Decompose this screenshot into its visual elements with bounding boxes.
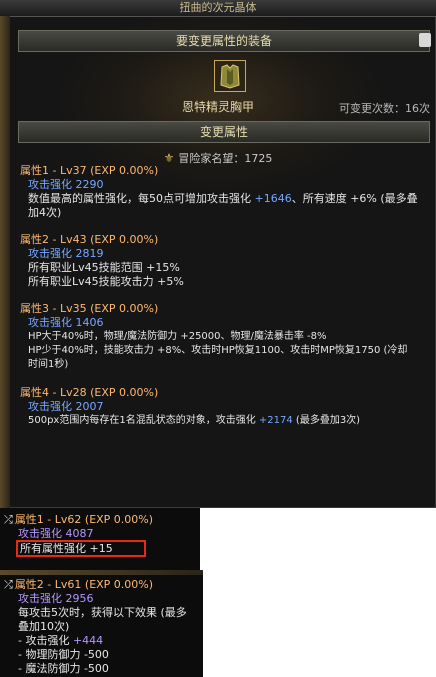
fame-emblem-icon: ⚜ [163, 151, 175, 165]
tooltip-stat-value: 4087 [65, 527, 94, 540]
tooltip-bullet: - 魔法防御力 -500 [18, 662, 109, 675]
tooltip-bullet: - 物理防御力 -500 [18, 648, 109, 661]
stat-value: 2007 [75, 400, 104, 413]
attribute-effect: HP大于40%时，物理/魔法防御力 +25000、物理/魔法暴击率 -8% [28, 331, 327, 342]
attribute-effect: 所有职业Lv45技能范围 +15% [28, 261, 180, 274]
stat-label: 攻击强化 [28, 178, 72, 191]
equipment-slot[interactable] [214, 60, 246, 92]
attribute-title: 属性1 - Lv37 (EXP 0.00%) [20, 164, 159, 177]
stat-label: 攻击强化 [28, 247, 72, 260]
tooltip-desc: 每攻击5次时，获得以下效果 (最多 [18, 606, 187, 619]
tooltip-desc-cont: 叠加10次) [18, 620, 70, 633]
window-left-border [0, 16, 10, 508]
attribute-block-2: 属性2 - Lv43 (EXP 0.00%) 攻击强化 2819 所有职业Lv4… [20, 233, 430, 289]
chest-armor-icon [215, 61, 245, 91]
tooltip-attribute-1: ⤮ 属性1 - Lv62 (EXP 0.00%) 攻击强化 4087 所有属性强化… [0, 508, 200, 570]
remaining-changes: 可变更次数：16次 [339, 102, 430, 115]
tooltip-bullet-label: - 攻击强化 [18, 634, 70, 647]
attribute-effect-cont: 时间1秒) [28, 359, 69, 370]
attribute-effect-cont: 加4次) [28, 206, 62, 219]
attribute-effect: 所有职业Lv45技能攻击力 +5% [28, 275, 184, 288]
attribute-title: 属性2 - Lv43 (EXP 0.00%) [20, 233, 159, 246]
attribute-title: 属性3 - Lv35 (EXP 0.00%) [20, 302, 159, 315]
shuffle-icon: ⤮ [4, 578, 13, 591]
window-title: 扭曲的次元晶体 [0, 0, 436, 17]
attribute-effect-value: +1646 [254, 192, 292, 205]
stat-label: 攻击强化 [28, 400, 72, 413]
attribute-block-4: 属性4 - Lv28 (EXP 0.00%) 攻击强化 2007 500px范围… [20, 386, 430, 428]
crystal-window: 扭曲的次元晶体 要变更属性的装备 恩特精灵胸甲 可变更次数：16次 变更属性 ⚜… [0, 0, 436, 508]
attribute-effect: 数值最高的属性强化，每50点可增加攻击强化 [28, 192, 251, 205]
section-equipment-label: 要变更属性的装备 [175, 34, 272, 48]
section-change-header: 变更属性 [18, 121, 430, 143]
tooltip-title: 属性1 - Lv62 (EXP 0.00%) [14, 513, 154, 526]
close-button[interactable] [419, 33, 431, 47]
attribute-effect: HP少于40%时，技能攻击力 +8%、攻击时HP恢复1100、攻击时MP恢复17… [28, 345, 408, 356]
attribute-effect: 500px范围内每存在1名混乱状态的对象，攻击强化 [28, 415, 256, 426]
shuffle-icon: ⤮ [4, 513, 13, 526]
attribute-title: 属性4 - Lv28 (EXP 0.00%) [20, 386, 159, 399]
highlight-box [16, 540, 146, 557]
attribute-effect-tail: (最多叠加3次) [295, 415, 361, 426]
tooltip-stat-label: 攻击强化 [18, 527, 62, 540]
stat-value: 2290 [75, 178, 104, 191]
tooltip-stat-value: 2956 [65, 592, 94, 605]
attribute-effect-value: +2174 [258, 415, 293, 426]
stat-value: 1406 [75, 316, 104, 329]
stat-value: 2819 [75, 247, 104, 260]
tooltip-title: 属性2 - Lv61 (EXP 0.00%) [14, 578, 154, 591]
attribute-block-1: 属性1 - Lv37 (EXP 0.00%) 攻击强化 2290 数值最高的属性… [20, 164, 430, 220]
attribute-block-3: 属性3 - Lv35 (EXP 0.00%) 攻击强化 1406 HP大于40%… [20, 302, 430, 372]
section-equipment-header: 要变更属性的装备 [18, 30, 431, 52]
tooltip-bullet-value: +444 [72, 634, 104, 647]
attribute-effect-tail: 、所有速度 +6% (最多叠 [291, 192, 418, 205]
section-change-label: 变更属性 [199, 125, 248, 139]
stat-label: 攻击强化 [28, 316, 72, 329]
tooltip-attribute-2: ⤮ 属性2 - Lv61 (EXP 0.00%) 攻击强化 2956 每攻击5次时… [0, 575, 203, 677]
tooltip-stat-label: 攻击强化 [18, 592, 62, 605]
